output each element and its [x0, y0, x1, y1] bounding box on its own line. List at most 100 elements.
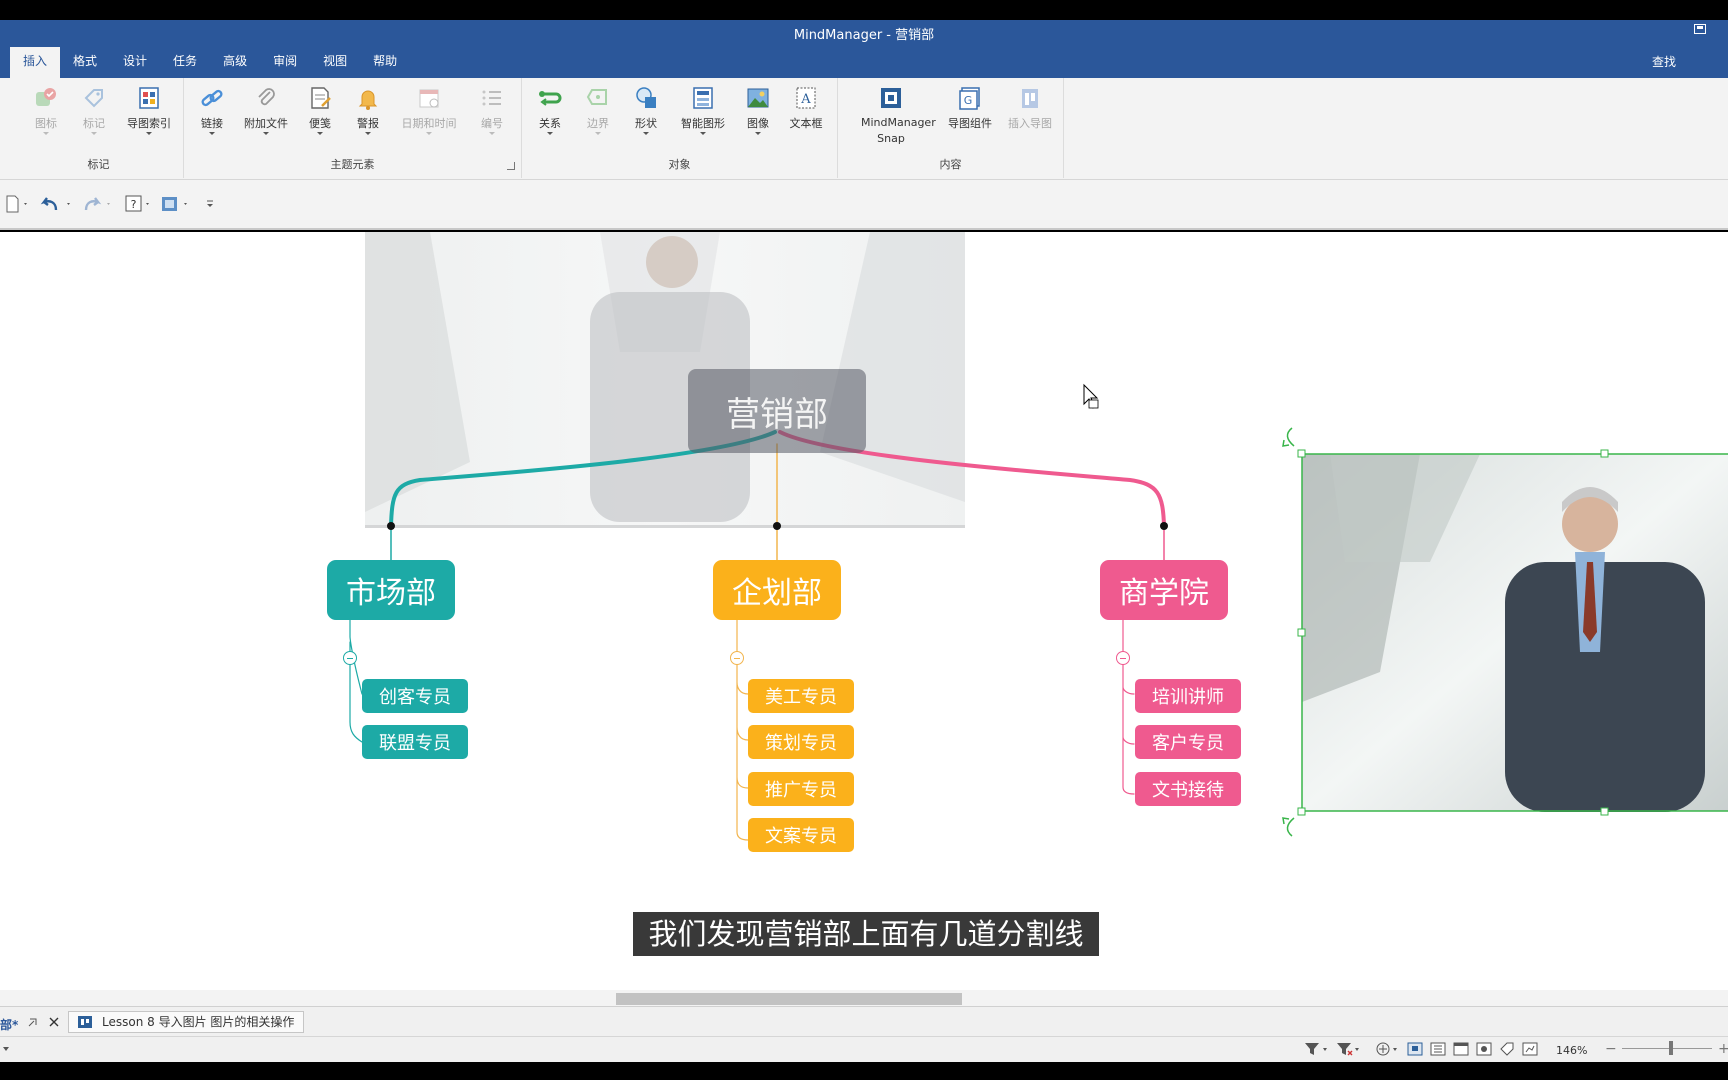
dialog-launcher-icon[interactable] [507, 162, 515, 170]
doctab-lesson[interactable]: Lesson 8 导入图片 图片的相关操作 [68, 1011, 304, 1033]
customize-toolbar-icon[interactable] [204, 194, 216, 214]
tab-format[interactable]: 格式 [60, 47, 110, 78]
subtopic-trainer[interactable]: 培训讲师 [1135, 679, 1241, 713]
filter-icon[interactable] [1304, 1042, 1330, 1056]
resize-handle-nw[interactable] [1297, 449, 1306, 458]
zoom-in-icon[interactable]: + [1718, 1041, 1728, 1057]
background-photo[interactable] [365, 232, 965, 528]
horizontal-scrollbar[interactable] [0, 990, 1728, 1006]
date-time-label: 日期和时间 [401, 117, 457, 130]
inserted-photo[interactable] [1302, 454, 1728, 812]
zoom-slider[interactable] [1622, 1048, 1712, 1049]
insert-map-button[interactable]: 插入导图 [1002, 84, 1058, 131]
snap-icon [881, 88, 901, 108]
video-subtitle: 我们发现营销部上面有几道分割线 [633, 912, 1099, 956]
outline-view-icon[interactable] [1430, 1042, 1446, 1056]
map-parts-button[interactable]: G 导图组件 [942, 84, 998, 131]
tag-view-icon[interactable] [1499, 1042, 1515, 1056]
tag-button[interactable]: 标记 [76, 84, 112, 135]
status-menu-arrow-icon[interactable] [2, 1045, 10, 1053]
topic-planning[interactable]: 企划部 [713, 560, 841, 620]
resize-handle-n[interactable] [1600, 449, 1609, 458]
icon-markers-icon [36, 88, 56, 106]
pin-tab-icon[interactable] [28, 1017, 38, 1027]
link-button[interactable]: 链接 [194, 84, 230, 135]
doctab-current[interactable]: 部* [0, 1016, 18, 1033]
image-button[interactable]: 图像 [740, 84, 776, 135]
tab-review[interactable]: 审阅 [260, 47, 310, 78]
subtopic-planning-specialist[interactable]: 策划专员 [748, 725, 854, 759]
paperclip-icon [258, 88, 275, 106]
redo-icon[interactable] [82, 194, 116, 214]
subtopic-customer-specialist[interactable]: 客户专员 [1135, 725, 1241, 759]
zoom-out-icon[interactable]: − [1605, 1041, 1617, 1057]
collapse-market-button[interactable] [343, 651, 357, 665]
map-index-button[interactable]: 导图索引 [122, 84, 176, 135]
bell-icon [358, 90, 378, 110]
tab-insert[interactable]: 插入 [10, 47, 61, 78]
icon-markers-button[interactable]: 图标 [28, 84, 64, 135]
shape-button[interactable]: 形状 [628, 84, 664, 135]
resize-handle-sw[interactable] [1297, 807, 1306, 816]
chevron-down-icon [43, 132, 49, 135]
subtopic-secretary-reception[interactable]: 文书接待 [1135, 772, 1241, 806]
presentation-view-icon[interactable] [1522, 1042, 1538, 1056]
app-window: MindManager - 营销部 插入 格式 设计 任务 高级 审阅 视图 帮… [0, 0, 1728, 1080]
date-time-button[interactable]: 日期和时间 [398, 84, 460, 135]
relationship-button[interactable]: 关系 [532, 84, 568, 135]
image-insert-icon[interactable] [160, 194, 192, 214]
resize-handle-w[interactable] [1297, 628, 1306, 637]
smart-shape-label: 智能图形 [681, 117, 725, 130]
schedule-view-icon[interactable] [1453, 1042, 1469, 1056]
numbering-icon [482, 90, 501, 106]
subtopic-maker-specialist[interactable]: 创客专员 [362, 679, 468, 713]
collapse-business-button[interactable] [1116, 651, 1130, 665]
chevron-down-icon [426, 132, 432, 135]
new-document-icon[interactable] [4, 194, 30, 214]
undo-icon[interactable] [40, 194, 74, 214]
boundary-button[interactable]: 边界 [580, 84, 616, 135]
add-topic-icon[interactable] [1376, 1042, 1402, 1056]
link-icon [201, 89, 223, 107]
chevron-down-icon [755, 132, 761, 135]
central-topic[interactable]: 营销部 [688, 369, 866, 453]
mindmanager-snap-button[interactable]: MindManager Snap [846, 84, 936, 147]
search-tab[interactable]: 查找 [1652, 53, 1676, 70]
map-canvas[interactable]: 营销部 市场部 企划部 商学院 创客专员 联盟专员 美工专员 策划专员 推广专员… [0, 232, 1728, 1006]
tag-icon [84, 89, 103, 108]
subtopic-art-specialist[interactable]: 美工专员 [748, 679, 854, 713]
alert-button[interactable]: 警报 [350, 84, 386, 135]
focus-view-icon[interactable] [1476, 1042, 1492, 1056]
text-box-button[interactable]: A 文本框 [786, 84, 826, 131]
chevron-down-icon [547, 132, 553, 135]
resize-handle-s[interactable] [1600, 807, 1609, 816]
subtopic-copywriting-specialist[interactable]: 文案专员 [748, 818, 854, 852]
rotate-handle-bottom-icon[interactable] [1282, 817, 1295, 837]
numbering-button[interactable]: 编号 [474, 84, 510, 135]
topic-market[interactable]: 市场部 [327, 560, 455, 620]
relationship-icon [539, 91, 562, 106]
restore-window-icon[interactable] [1694, 24, 1706, 34]
tab-view[interactable]: 视图 [310, 47, 360, 78]
chevron-down-icon [209, 132, 215, 135]
smart-shape-button[interactable]: 智能图形 [678, 84, 728, 135]
subtopic-alliance-specialist[interactable]: 联盟专员 [362, 725, 468, 759]
tab-task[interactable]: 任务 [160, 47, 210, 78]
tag-label: 标记 [83, 117, 105, 130]
attach-file-button[interactable]: 附加文件 [240, 84, 292, 135]
tab-advanced[interactable]: 高级 [210, 47, 260, 78]
note-button[interactable]: 便笺 [302, 84, 338, 135]
topic-business-school[interactable]: 商学院 [1100, 560, 1228, 620]
ribbon-tabs: 插入 格式 设计 任务 高级 审阅 视图 帮助 [10, 47, 410, 78]
help-icon[interactable]: ? [124, 194, 154, 214]
subtopic-promotion-specialist[interactable]: 推广专员 [748, 772, 854, 806]
collapse-planning-button[interactable] [730, 651, 744, 665]
filter-options-icon[interactable] [1336, 1042, 1362, 1056]
tab-help[interactable]: 帮助 [360, 47, 410, 78]
map-view-icon[interactable] [1407, 1042, 1423, 1056]
scrollbar-thumb[interactable] [616, 993, 962, 1005]
tab-design[interactable]: 设计 [110, 47, 160, 78]
close-tab-icon[interactable] [49, 1017, 59, 1027]
zoom-slider-thumb[interactable] [1669, 1041, 1673, 1055]
rotate-handle-top-icon[interactable] [1282, 427, 1295, 447]
